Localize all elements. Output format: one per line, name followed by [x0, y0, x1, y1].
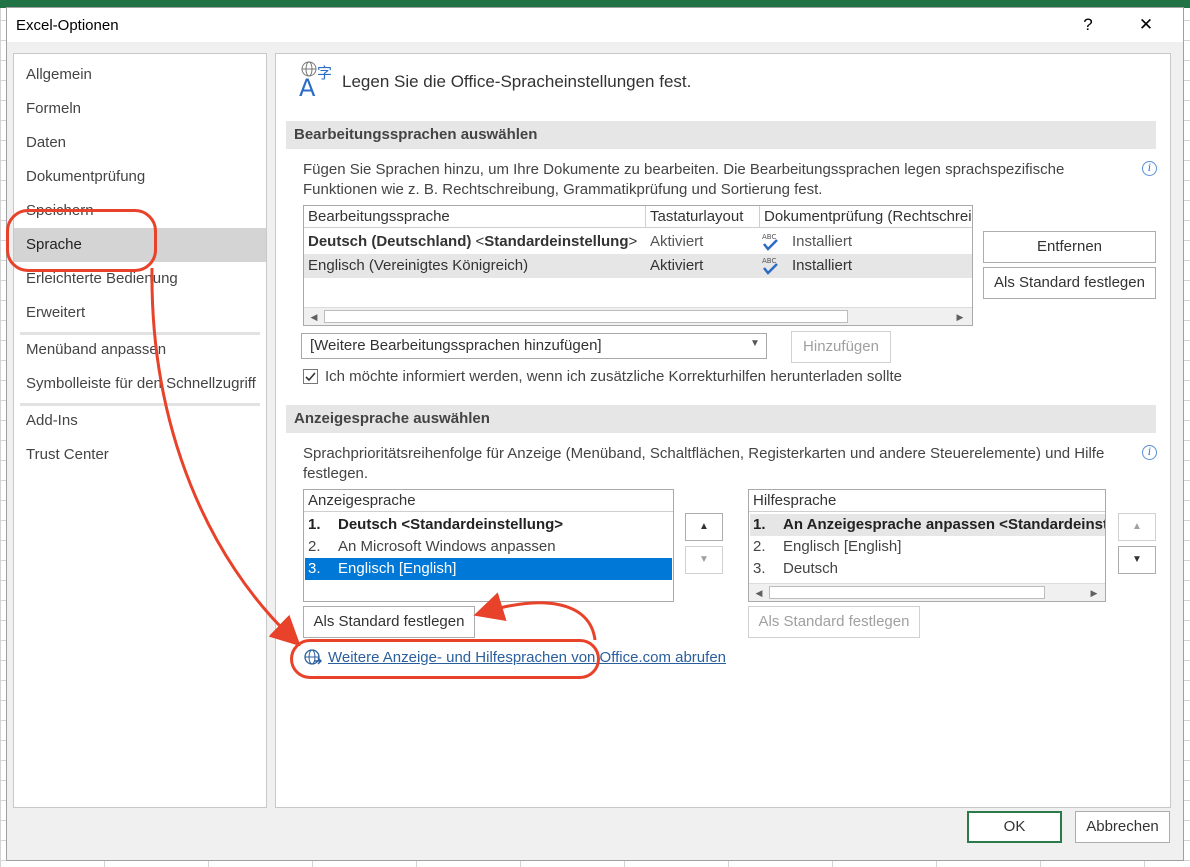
- annotation-arrow-to-link: [150, 267, 301, 647]
- annotation-arrow-to-set-default: [473, 592, 597, 641]
- annotation-arrows: [150, 267, 597, 647]
